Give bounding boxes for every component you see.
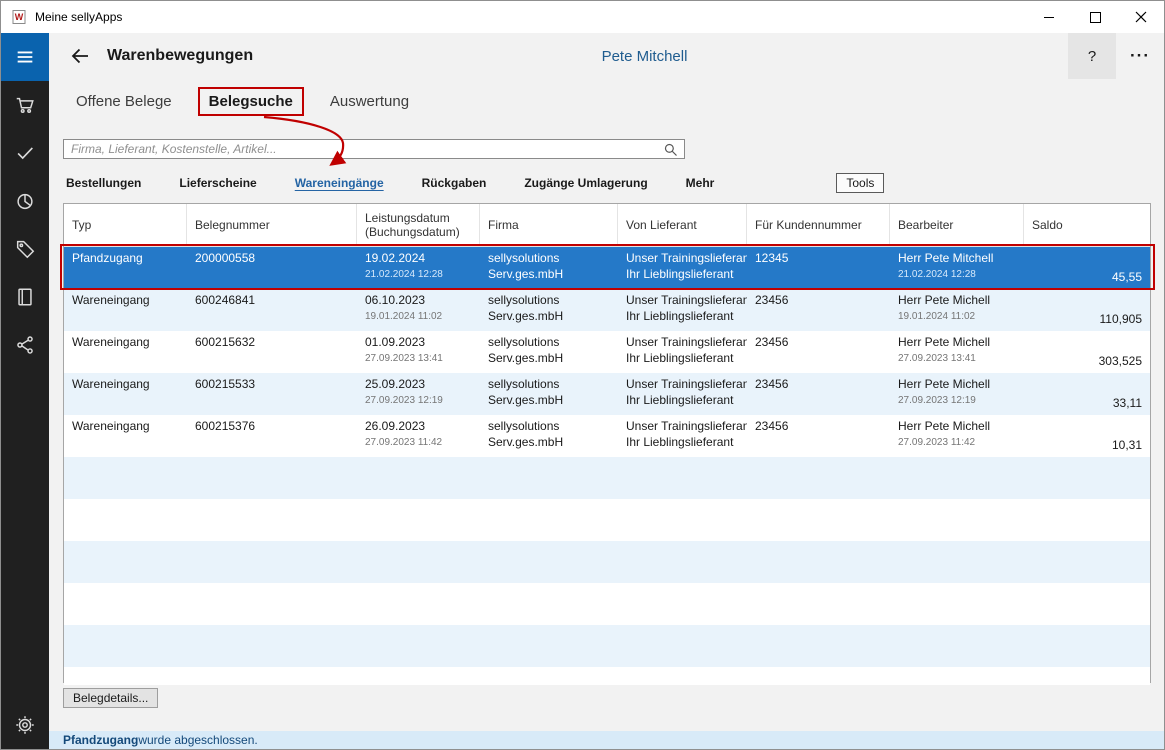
sidebar-item-tag[interactable]: [1, 225, 49, 273]
user-name[interactable]: Pete Mitchell: [602, 48, 688, 65]
close-icon: [1135, 11, 1147, 23]
app-icon: W: [11, 9, 27, 25]
window-title: Meine sellyApps: [35, 10, 122, 24]
column-header-typ: Typ: [64, 204, 187, 246]
share-icon: [14, 334, 36, 356]
table-row[interactable]: Wareneingang 600215632 01.09.202327.09.2…: [64, 331, 1150, 373]
settings-button[interactable]: [1, 701, 49, 749]
ellipsis-icon: ···: [1130, 46, 1150, 66]
subtab-rueckgaben[interactable]: Rückgaben: [422, 176, 487, 190]
empty-rows: [64, 457, 1150, 685]
search-row: [63, 139, 685, 159]
sidebar-item-check[interactable]: [1, 129, 49, 177]
column-header-von-lieferant: Von Lieferant: [618, 204, 747, 246]
subtab-lieferscheine[interactable]: Lieferscheine: [179, 176, 256, 190]
sidebar-item-share[interactable]: [1, 321, 49, 369]
table-row[interactable]: Wareneingang 600246841 06.10.202319.01.2…: [64, 289, 1150, 331]
search-icon[interactable]: [663, 142, 678, 162]
subtab-mehr[interactable]: Mehr: [686, 176, 715, 190]
app-window: W Meine sellyApps: [0, 0, 1165, 750]
help-icon: ?: [1088, 48, 1096, 65]
pie-chart-icon: [14, 190, 36, 212]
tab-bar: Offene Belege Belegsuche Auswertung: [49, 79, 1164, 123]
maximize-button[interactable]: [1072, 1, 1118, 33]
gear-icon: [14, 714, 36, 736]
subtab-bestellungen[interactable]: Bestellungen: [66, 176, 141, 190]
table-row-selected[interactable]: Pfandzugang 200000558 19.02.202421.02.20…: [64, 247, 1150, 289]
column-header-leistungsdatum: Leistungsdatum(Buchungsdatum): [357, 204, 480, 246]
help-button[interactable]: ?: [1068, 33, 1116, 79]
tag-icon: [14, 238, 36, 260]
sidebar-item-statistics[interactable]: [1, 177, 49, 225]
results-table: Typ Belegnummer Leistungsdatum(Buchungsd…: [63, 203, 1151, 683]
tab-offene-belege[interactable]: Offene Belege: [76, 89, 172, 114]
table-row[interactable]: Wareneingang 600215533 25.09.202327.09.2…: [64, 373, 1150, 415]
sidebar-item-journal[interactable]: [1, 273, 49, 321]
close-button[interactable]: [1118, 1, 1164, 33]
subtab-zugaenge-umlagerung[interactable]: Zugänge Umlagerung: [524, 176, 647, 190]
belegdetails-button[interactable]: Belegdetails...: [63, 688, 158, 708]
column-header-bearbeiter: Bearbeiter: [890, 204, 1024, 246]
hamburger-icon: [14, 46, 36, 68]
appbar: Warenbewegungen Pete Mitchell ? ···: [49, 33, 1164, 79]
minimize-button[interactable]: [1026, 1, 1072, 33]
column-header-saldo: Saldo: [1024, 204, 1150, 246]
tab-belegsuche[interactable]: Belegsuche: [198, 87, 304, 116]
check-icon: [14, 142, 36, 164]
table-row[interactable]: Wareneingang 600215376 26.09.202327.09.2…: [64, 415, 1150, 457]
column-header-kundennummer: Für Kundennummer: [747, 204, 890, 246]
hamburger-menu-button[interactable]: [1, 33, 49, 81]
book-icon: [14, 286, 36, 308]
page-title: Warenbewegungen: [107, 47, 253, 65]
subtab-wareneingaenge[interactable]: Wareneingänge: [295, 176, 384, 190]
table-header: Typ Belegnummer Leistungsdatum(Buchungsd…: [64, 204, 1150, 247]
cart-icon: [14, 94, 36, 116]
sidebar: [1, 33, 49, 749]
document-type-tabs: Bestellungen Lieferscheine Wareneingänge…: [66, 172, 1164, 194]
svg-text:W: W: [15, 12, 24, 22]
column-header-firma: Firma: [480, 204, 618, 246]
more-button[interactable]: ···: [1116, 33, 1164, 79]
sidebar-item-cart[interactable]: [1, 81, 49, 129]
status-message: wurde abgeschlossen.: [138, 733, 257, 747]
minimize-icon: [1044, 17, 1054, 18]
column-header-belegnummer: Belegnummer: [187, 204, 357, 246]
maximize-icon: [1090, 12, 1101, 23]
status-bar: Pfandzugang wurde abgeschlossen.: [49, 731, 1164, 749]
back-button[interactable]: [63, 39, 97, 73]
status-highlight: Pfandzugang: [63, 733, 138, 747]
titlebar: W Meine sellyApps: [1, 1, 1164, 33]
content-area: Warenbewegungen Pete Mitchell ? ··· Offe…: [49, 33, 1164, 749]
tools-button[interactable]: Tools: [836, 173, 884, 193]
back-arrow-icon: [68, 44, 92, 68]
search-input[interactable]: [63, 139, 685, 159]
tab-auswertung[interactable]: Auswertung: [330, 89, 409, 114]
